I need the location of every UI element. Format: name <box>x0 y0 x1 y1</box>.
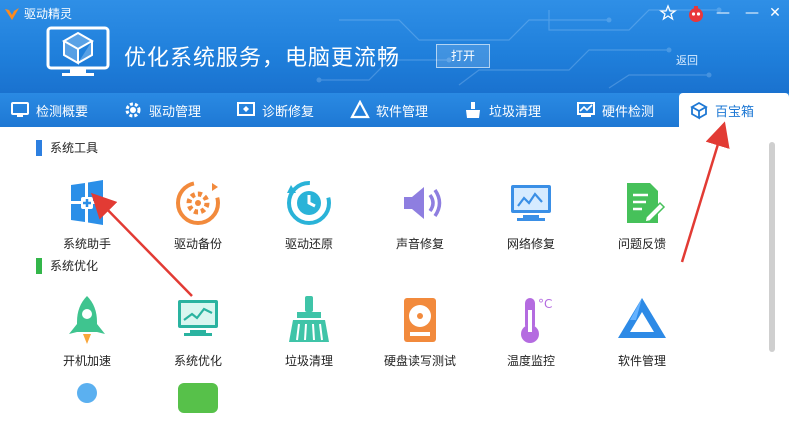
driver-backup-icon <box>176 181 220 225</box>
tab-label: 硬件检测 <box>602 104 655 120</box>
disk-test-icon <box>404 298 436 342</box>
tool-system-helper[interactable]: 系统助手 <box>32 173 142 252</box>
tool-partial-2[interactable] <box>143 379 253 439</box>
junk-clean-icon <box>289 296 329 342</box>
box-icon <box>690 101 708 120</box>
software-icon <box>350 100 370 119</box>
tool-software-manage[interactable]: 软件管理 <box>587 290 697 369</box>
network-repair-icon <box>511 185 551 221</box>
toolbox-content: 系统工具 系统助手 驱动备份 驱动还原 声音修复 网络修复 问题反馈 系统优化 … <box>0 127 789 413</box>
tab-label: 驱动管理 <box>149 104 202 120</box>
tab-hardware-check[interactable]: 硬件检测 <box>566 93 681 127</box>
driver-restore-icon <box>287 181 331 225</box>
restore-button[interactable]: — <box>742 4 762 22</box>
hardware-icon <box>577 102 595 117</box>
favorite-icon[interactable] <box>658 4 678 22</box>
tool-label: 开机加速 <box>62 354 111 368</box>
tool-system-optimize[interactable]: 系统优化 <box>143 290 253 369</box>
app-logo-icon <box>5 7 19 20</box>
tool-temperature[interactable]: °C 温度监控 <box>476 290 586 369</box>
back-link[interactable]: 返回 <box>676 52 698 68</box>
section-bar <box>36 139 42 156</box>
tool-label: 系统助手 <box>62 237 111 251</box>
section-system-tools: 系统工具 <box>36 139 98 156</box>
section-title: 系统优化 <box>50 259 99 273</box>
tab-label: 垃圾清理 <box>489 104 542 120</box>
tool-network-repair[interactable]: 网络修复 <box>476 173 586 252</box>
tool-driver-restore[interactable]: 驱动还原 <box>254 173 364 252</box>
green-app-icon <box>178 383 218 413</box>
tab-software-manage[interactable]: 软件管理 <box>340 93 455 127</box>
tab-label: 软件管理 <box>376 104 429 120</box>
broom-icon <box>466 102 480 118</box>
section-system-optimize: 系统优化 <box>36 257 98 274</box>
header-banner: 驱动精灵 — — ✕ 优化系统服务，电脑更流畅 打开 返回 <box>0 0 789 93</box>
mascot-icon[interactable] <box>686 4 706 22</box>
scrollbar[interactable] <box>769 142 775 352</box>
header-title: 优化系统服务，电脑更流畅 <box>124 46 401 71</box>
sound-repair-icon <box>404 187 442 219</box>
tool-label: 驱动备份 <box>173 237 222 251</box>
tab-scan-summary[interactable]: 检测概要 <box>0 93 110 127</box>
boot-speed-icon <box>69 296 105 344</box>
tab-driver-manage[interactable]: 驱动管理 <box>113 93 228 127</box>
app-title: 驱动精灵 <box>24 7 73 21</box>
tool-label: 软件管理 <box>617 354 666 368</box>
tool-feedback[interactable]: 问题反馈 <box>587 173 697 252</box>
tool-label: 温度监控 <box>506 354 555 368</box>
tab-diagnose-repair[interactable]: 诊断修复 <box>226 93 341 127</box>
tool-sound-repair[interactable]: 声音修复 <box>365 173 475 252</box>
section-bar <box>36 257 42 274</box>
tab-label: 检测概要 <box>36 104 89 120</box>
tool-label: 垃圾清理 <box>284 354 333 368</box>
system-helper-icon <box>71 180 103 225</box>
tab-label: 诊断修复 <box>262 104 315 120</box>
tool-driver-backup[interactable]: 驱动备份 <box>143 173 253 252</box>
gear-cloud-icon <box>77 383 97 403</box>
temperature-icon: °C <box>521 297 552 343</box>
app-brand: 驱动精灵 <box>4 5 72 22</box>
tool-label: 网络修复 <box>506 237 555 251</box>
section-title: 系统工具 <box>50 141 99 155</box>
tab-toolbox[interactable]: 百宝箱 <box>679 93 789 127</box>
svg-text:°C: °C <box>538 297 552 311</box>
software-manage-icon <box>618 298 666 338</box>
tool-disk-test[interactable]: 硬盘读写测试 <box>365 290 475 369</box>
tool-boot-speed[interactable]: 开机加速 <box>32 290 142 369</box>
tool-label: 驱动还原 <box>284 237 333 251</box>
repair-icon <box>237 102 255 116</box>
tool-partial-1[interactable] <box>32 379 142 439</box>
tool-junk-clean[interactable]: 垃圾清理 <box>254 290 364 369</box>
minimize-button[interactable]: — <box>713 4 733 22</box>
tool-label: 硬盘读写测试 <box>383 354 456 368</box>
system-optimize-icon <box>178 300 218 336</box>
tab-label: 百宝箱 <box>715 104 755 120</box>
app-window: 驱动精灵 — — ✕ 优化系统服务，电脑更流畅 打开 返回 检测概要 驱动管理 … <box>0 0 789 413</box>
feedback-icon <box>627 183 666 223</box>
tab-junk-clean[interactable]: 垃圾清理 <box>453 93 568 127</box>
monitor-icon <box>11 102 29 117</box>
gear-icon <box>125 102 141 118</box>
close-button[interactable]: ✕ <box>765 4 785 22</box>
toolbox-hero-icon <box>46 26 110 76</box>
tool-label: 问题反馈 <box>617 237 666 251</box>
open-button[interactable]: 打开 <box>436 44 490 68</box>
tool-label: 声音修复 <box>395 237 444 251</box>
tab-bar: 检测概要 驱动管理 诊断修复 软件管理 垃圾清理 硬件检测 百宝箱 <box>0 93 789 127</box>
tool-label: 系统优化 <box>173 354 222 368</box>
